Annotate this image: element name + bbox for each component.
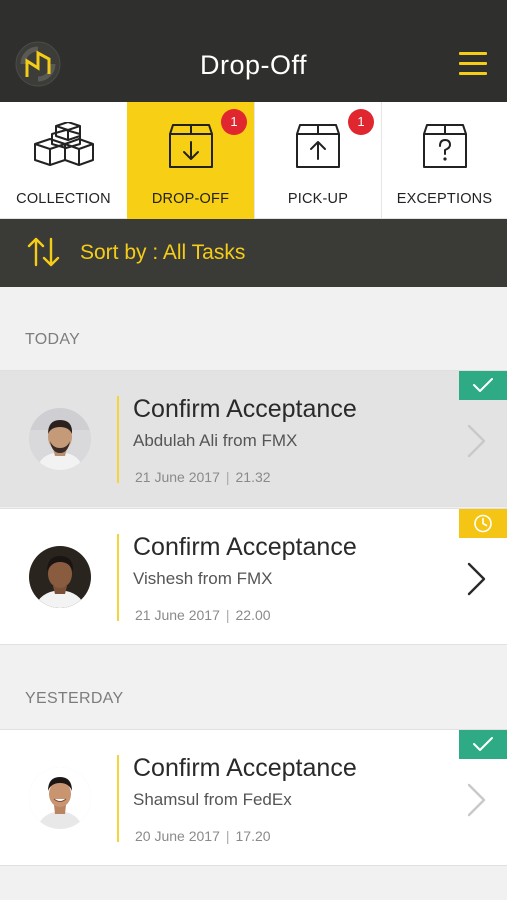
hamburger-menu-icon[interactable] [459, 52, 487, 76]
tab-label: PICK-UP [287, 191, 349, 207]
card-divider [117, 534, 119, 621]
task-title: Confirm Acceptance [133, 395, 357, 423]
meta-separator: | [225, 607, 230, 623]
task-meta: 21 June 2017 | 22.00 [135, 607, 271, 623]
sort-arrows-icon [27, 237, 60, 267]
meta-separator: | [225, 469, 230, 485]
task-time: 21.32 [235, 469, 271, 485]
task-subtitle: Vishesh from FMX [133, 569, 273, 588]
avatar [29, 408, 91, 470]
avatar [29, 546, 91, 608]
task-card[interactable]: Confirm Acceptance Vishesh from FMX 21 J… [0, 508, 507, 645]
card-divider [117, 396, 119, 483]
status-badge-completed [459, 371, 507, 400]
task-type-tabs: COLLECTION 1 DROP-OFF 1 PICK-UP EXCEPTIO… [0, 102, 507, 219]
clock-icon [474, 514, 492, 533]
task-meta: 21 June 2017 | 21.32 [135, 469, 271, 485]
chevron-right-icon [467, 562, 486, 596]
app-header: Drop-Off [0, 0, 507, 102]
tab-drop-off[interactable]: 1 DROP-OFF [127, 102, 254, 219]
section-header-today: TODAY [25, 331, 81, 348]
status-badge-pending [459, 509, 507, 538]
task-time: 17.20 [235, 828, 271, 844]
chevron-right-icon [467, 424, 486, 458]
task-card[interactable]: Confirm Acceptance Shamsul from FedEx 20… [0, 729, 507, 866]
task-date: 21 June 2017 [135, 607, 220, 623]
task-title: Confirm Acceptance [133, 533, 357, 561]
box-down-icon [168, 124, 213, 168]
box-up-icon [296, 124, 340, 168]
status-badge-completed [459, 730, 507, 759]
section-header-yesterday: YESTERDAY [25, 690, 124, 707]
box-question-icon [422, 124, 467, 168]
tab-exceptions[interactable]: EXCEPTIONS [381, 102, 507, 219]
notification-badge: 1 [221, 109, 247, 135]
tab-label: COLLECTION [16, 191, 111, 207]
task-subtitle: Shamsul from FedEx [133, 790, 292, 809]
task-subtitle: Abdulah Ali from FMX [133, 431, 298, 450]
task-date: 21 June 2017 [135, 469, 220, 485]
check-icon [473, 737, 493, 751]
tab-label: EXCEPTIONS [396, 191, 493, 207]
avatar [29, 767, 91, 829]
notification-badge: 1 [348, 109, 374, 135]
sort-bar[interactable]: Sort by : All Tasks [0, 219, 507, 287]
card-divider [117, 755, 119, 842]
check-icon [473, 378, 493, 392]
task-card[interactable]: Confirm Acceptance Abdulah Ali from FMX … [0, 370, 507, 507]
boxes-icon [33, 122, 94, 166]
task-time: 22.00 [235, 607, 271, 623]
task-title: Confirm Acceptance [133, 754, 357, 782]
task-meta: 20 June 2017 | 17.20 [135, 828, 271, 844]
page-title: Drop-Off [199, 50, 308, 80]
tab-collection[interactable]: COLLECTION [0, 102, 127, 219]
chevron-right-icon [467, 783, 486, 817]
tab-pick-up[interactable]: 1 PICK-UP [254, 102, 381, 219]
task-list: TODAY Confirm Acceptance Abdulah Ali fro… [0, 287, 507, 900]
sort-label: Sort by : All Tasks [80, 241, 246, 264]
task-date: 20 June 2017 [135, 828, 220, 844]
tab-label: DROP-OFF [151, 191, 230, 207]
meta-separator: | [225, 828, 230, 844]
